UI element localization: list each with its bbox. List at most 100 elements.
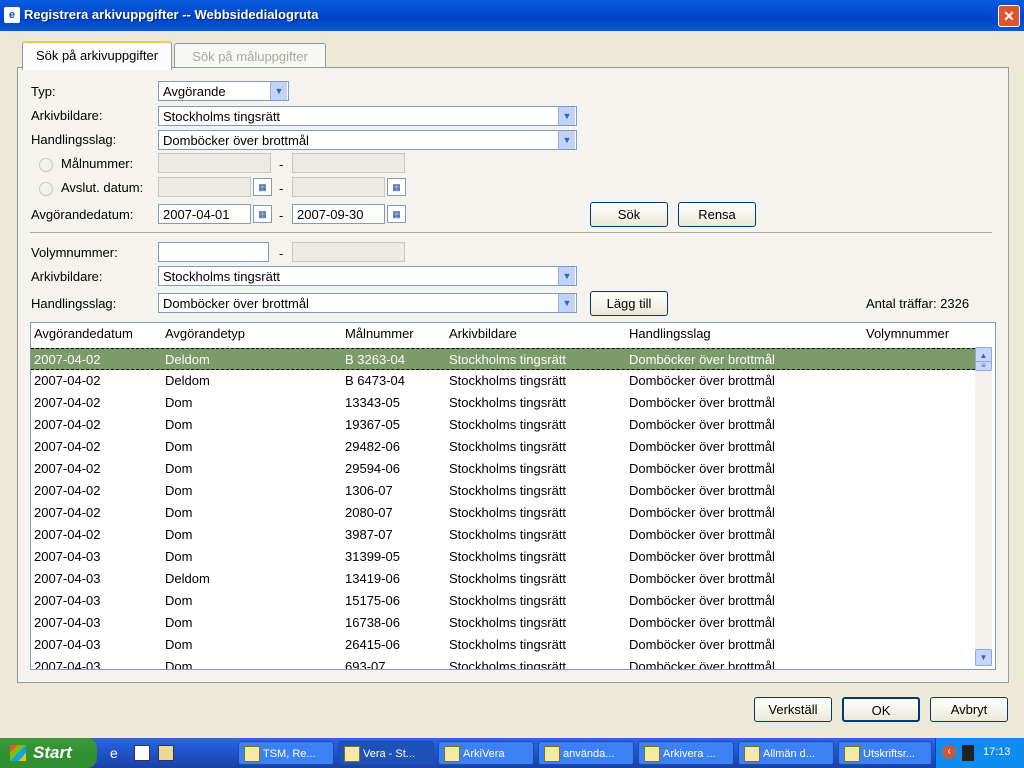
table-cell: Stockholms tingsrätt bbox=[449, 527, 567, 542]
avslut-to-input[interactable] bbox=[292, 177, 385, 197]
avgorandedatum-to-input[interactable]: 2007-09-30 bbox=[292, 204, 385, 224]
handlingsslag-value: Domböcker över brottmål bbox=[163, 133, 309, 148]
table-row[interactable]: 2007-04-02 Dom 1306-07 Stockholms tingsrätt… bbox=[31, 480, 975, 502]
taskbar-item[interactable]: ArkiVera bbox=[438, 741, 534, 765]
chevron-down-icon[interactable]: ▼ bbox=[558, 131, 575, 149]
calendar-icon[interactable]: ▦ bbox=[253, 205, 272, 223]
table-cell: Domböcker över brottmål bbox=[629, 571, 775, 586]
avbryt-button[interactable]: Avbryt bbox=[930, 697, 1008, 722]
calendar-icon[interactable]: ▦ bbox=[387, 205, 406, 223]
start-label: Start bbox=[33, 743, 72, 762]
volymnummer-label: Volymnummer: bbox=[31, 245, 118, 260]
rensa-button[interactable]: Rensa bbox=[678, 202, 756, 227]
table-row[interactable]: 2007-04-03 Deldom 13419-06 Stockholms tings… bbox=[31, 568, 975, 590]
verkstall-button[interactable]: Verkställ bbox=[754, 697, 832, 722]
table-cell: Dom bbox=[165, 439, 193, 454]
results-table[interactable]: Avgörandedatum Avgörandetyp Målnummer Ar… bbox=[30, 322, 996, 670]
column-header[interactable]: Avgörandedatum bbox=[34, 326, 133, 341]
calendar-icon[interactable]: ▦ bbox=[253, 178, 272, 196]
typ-select[interactable]: Avgörande ▼ bbox=[158, 81, 289, 101]
table-cell: Stockholms tingsrätt bbox=[449, 461, 567, 476]
traffic-light-icon[interactable] bbox=[962, 745, 974, 761]
chevron-down-icon[interactable]: ▼ bbox=[558, 107, 575, 125]
typ-value: Avgörande bbox=[163, 84, 226, 99]
chevron-down-icon[interactable]: ▼ bbox=[270, 82, 287, 100]
chevron-down-icon[interactable]: ▼ bbox=[558, 267, 575, 285]
taskbar-item[interactable]: Vera - St... bbox=[338, 741, 434, 765]
table-row[interactable]: 2007-04-02 Dom 2080-07 Stockholms tingsrätt… bbox=[31, 502, 975, 524]
vertical-scrollbar[interactable]: ▲ ≡ ▼ bbox=[975, 347, 992, 666]
handlingsslag-select[interactable]: Domböcker över brottmål ▼ bbox=[158, 130, 577, 150]
handlingsslag-label-2: Handlingsslag: bbox=[31, 296, 117, 311]
column-header[interactable]: Volymnummer bbox=[866, 326, 949, 341]
table-row[interactable]: 2007-04-02 Dom 29594-06 Stockholms tingsrät… bbox=[31, 458, 975, 480]
arkivbildare-select[interactable]: Stockholms tingsrätt ▼ bbox=[158, 106, 577, 126]
table-cell: 2007-04-03 bbox=[34, 615, 101, 630]
taskbar-item[interactable]: använda... bbox=[538, 741, 634, 765]
app-icon bbox=[344, 746, 360, 762]
table-row[interactable]: 2007-04-03 Dom 31399-05 Stockholms tingsrät… bbox=[31, 546, 975, 568]
arkivbildare-select-2[interactable]: Stockholms tingsrätt ▼ bbox=[158, 266, 577, 286]
volymnummer-input[interactable] bbox=[158, 242, 269, 262]
table-cell: B 3263-04 bbox=[345, 352, 405, 367]
column-header[interactable]: Arkivbildare bbox=[449, 326, 517, 341]
malnummer-from-input[interactable] bbox=[158, 153, 271, 173]
system-tray: ‹ 17:13 bbox=[935, 738, 1024, 768]
dash: - bbox=[279, 157, 284, 172]
malnummer-radio[interactable] bbox=[39, 158, 53, 172]
table-cell: Stockholms tingsrätt bbox=[449, 417, 567, 432]
ie-dialog-icon: e bbox=[4, 7, 20, 23]
start-button[interactable]: Start bbox=[0, 738, 97, 768]
windows-logo-icon bbox=[10, 745, 26, 761]
avslut-datum-radio[interactable] bbox=[39, 182, 53, 196]
table-row[interactable]: 2007-04-02 Deldom B 6473-04 Stockholms ting… bbox=[31, 370, 975, 392]
avslut-from-input[interactable] bbox=[158, 177, 251, 197]
table-cell: B 6473-04 bbox=[345, 373, 405, 388]
table-row[interactable]: 2007-04-02 Dom 3987-07 Stockholms tingsrätt… bbox=[31, 524, 975, 546]
table-cell: 19367-05 bbox=[345, 417, 400, 432]
table-row[interactable]: 2007-04-02 Deldom B 3263-04 Stockholms ting… bbox=[31, 348, 975, 370]
table-row[interactable]: 2007-04-03 Dom 26415-06 Stockholms tingsrät… bbox=[31, 634, 975, 656]
table-row[interactable]: 2007-04-03 Dom 15175-06 Stockholms tingsrät… bbox=[31, 590, 975, 612]
taskbar-item[interactable]: Allmän d... bbox=[738, 741, 834, 765]
column-header[interactable]: Handlingsslag bbox=[629, 326, 711, 341]
sok-button[interactable]: Sök bbox=[590, 202, 668, 227]
avgorandedatum-from-input[interactable]: 2007-04-01 bbox=[158, 204, 251, 224]
table-cell: Dom bbox=[165, 395, 193, 410]
table-cell: Stockholms tingsrätt bbox=[449, 505, 567, 520]
tab-sok-arkivuppgifter[interactable]: Sök på arkivuppgifter bbox=[22, 41, 172, 70]
taskbar-item[interactable]: Utskriftsr... bbox=[838, 741, 932, 765]
column-header[interactable]: Målnummer bbox=[345, 326, 414, 341]
scroll-thumb[interactable]: ≡ bbox=[975, 361, 992, 371]
calendar-icon[interactable]: ▦ bbox=[387, 178, 406, 196]
chevron-down-icon[interactable]: ▼ bbox=[558, 294, 575, 312]
table-cell: 29482-06 bbox=[345, 439, 400, 454]
quicklaunch-icon[interactable] bbox=[158, 745, 174, 761]
title-bar[interactable]: e Registrera arkivuppgifter -- Webbsided… bbox=[0, 0, 1024, 31]
column-header[interactable]: Avgörandetyp bbox=[165, 326, 245, 341]
table-row[interactable]: 2007-04-02 Dom 19367-05 Stockholms tingsrät… bbox=[31, 414, 975, 436]
table-row[interactable]: 2007-04-02 Dom 13343-05 Stockholms tingsrät… bbox=[31, 392, 975, 414]
table-row[interactable]: 2007-04-03 Dom 16738-06 Stockholms tingsrät… bbox=[31, 612, 975, 634]
tray-expand-icon[interactable]: ‹ bbox=[942, 745, 956, 759]
ie-icon[interactable]: e bbox=[110, 745, 126, 761]
taskbar-item[interactable]: TSM, Re... bbox=[238, 741, 334, 765]
malnummer-to-input[interactable] bbox=[292, 153, 405, 173]
handlingsslag-select-2[interactable]: Domböcker över brottmål ▼ bbox=[158, 293, 577, 313]
quicklaunch-icon[interactable] bbox=[134, 745, 150, 761]
dash: - bbox=[279, 208, 284, 223]
table-cell: Stockholms tingsrätt bbox=[449, 549, 567, 564]
taskbar-item[interactable]: Arkivera ... bbox=[638, 741, 734, 765]
table-cell: Dom bbox=[165, 461, 193, 476]
table-cell: Stockholms tingsrätt bbox=[449, 637, 567, 652]
table-cell: Dom bbox=[165, 505, 193, 520]
table-row[interactable]: 2007-04-03 Dom 693-07 Stockholms tingsrätt D… bbox=[31, 656, 975, 669]
ok-button[interactable]: OK bbox=[842, 697, 920, 722]
table-cell: Dom bbox=[165, 637, 193, 652]
volymnummer-to-input[interactable] bbox=[292, 242, 405, 262]
table-row[interactable]: 2007-04-02 Dom 29482-06 Stockholms tingsrät… bbox=[31, 436, 975, 458]
tab-sok-maluppgifter[interactable]: Sök på måluppgifter bbox=[174, 43, 326, 69]
scroll-down-icon[interactable]: ▼ bbox=[975, 649, 992, 666]
lagg-till-button[interactable]: Lägg till bbox=[590, 291, 668, 316]
close-button[interactable]: ✕ bbox=[998, 5, 1020, 27]
